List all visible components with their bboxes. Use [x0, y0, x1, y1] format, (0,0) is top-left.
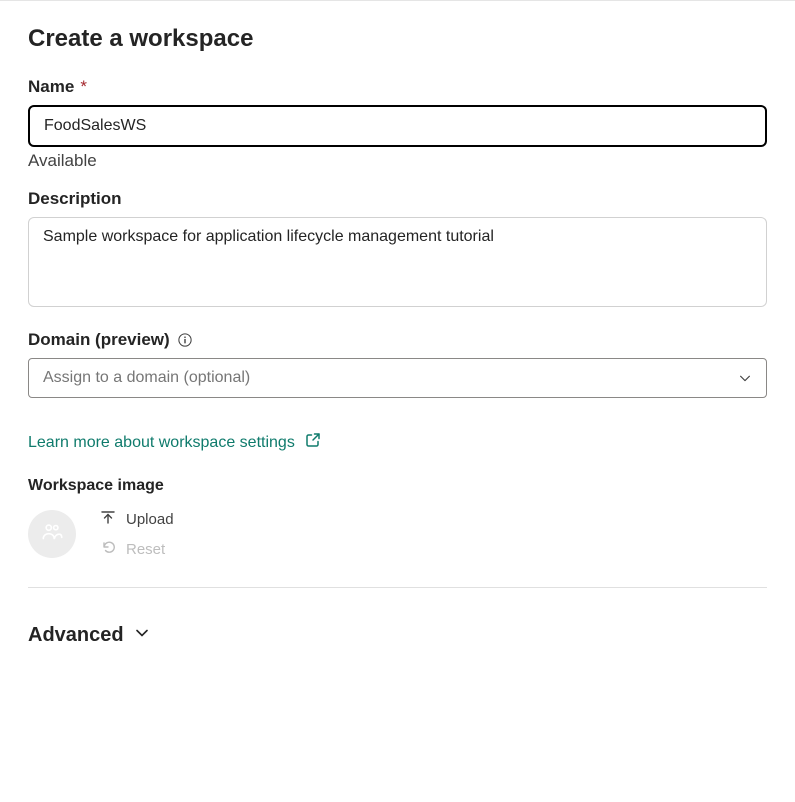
name-field-group: Name * Available — [28, 77, 767, 171]
description-label: Description — [28, 189, 767, 209]
name-label: Name * — [28, 77, 767, 97]
create-workspace-panel: Create a workspace Name * Available Desc… — [0, 1, 795, 671]
people-icon — [39, 519, 65, 550]
name-availability-status: Available — [28, 151, 767, 171]
reset-button: Reset — [100, 539, 174, 559]
page-title: Create a workspace — [28, 25, 767, 53]
info-icon[interactable] — [178, 333, 192, 347]
description-field-group: Description — [28, 189, 767, 312]
domain-field-group: Domain (preview) Assign to a domain (opt… — [28, 330, 767, 398]
upload-label: Upload — [126, 511, 174, 528]
section-divider — [28, 587, 767, 588]
required-indicator: * — [80, 77, 87, 97]
reset-icon — [100, 539, 116, 559]
workspace-image-section: Upload Reset — [28, 509, 767, 559]
workspace-image-actions: Upload Reset — [100, 509, 174, 559]
learn-more-link[interactable]: Learn more about workspace settings — [28, 432, 321, 453]
external-link-icon — [305, 432, 321, 453]
description-input[interactable] — [28, 217, 767, 307]
workspace-image-label: Workspace image — [28, 477, 767, 495]
name-input[interactable] — [28, 105, 767, 147]
chevron-down-icon — [738, 371, 752, 385]
advanced-toggle[interactable]: Advanced — [28, 624, 150, 647]
advanced-label: Advanced — [28, 624, 124, 647]
upload-icon — [100, 509, 116, 529]
domain-select[interactable]: Assign to a domain (optional) — [28, 358, 767, 398]
reset-label: Reset — [126, 541, 165, 558]
domain-label: Domain (preview) — [28, 330, 767, 350]
domain-label-text: Domain (preview) — [28, 330, 170, 350]
domain-placeholder: Assign to a domain (optional) — [43, 369, 250, 387]
name-label-text: Name — [28, 77, 74, 97]
upload-button[interactable]: Upload — [100, 509, 174, 529]
learn-more-text: Learn more about workspace settings — [28, 434, 295, 452]
chevron-down-icon — [134, 624, 150, 647]
workspace-image-placeholder — [28, 510, 76, 558]
